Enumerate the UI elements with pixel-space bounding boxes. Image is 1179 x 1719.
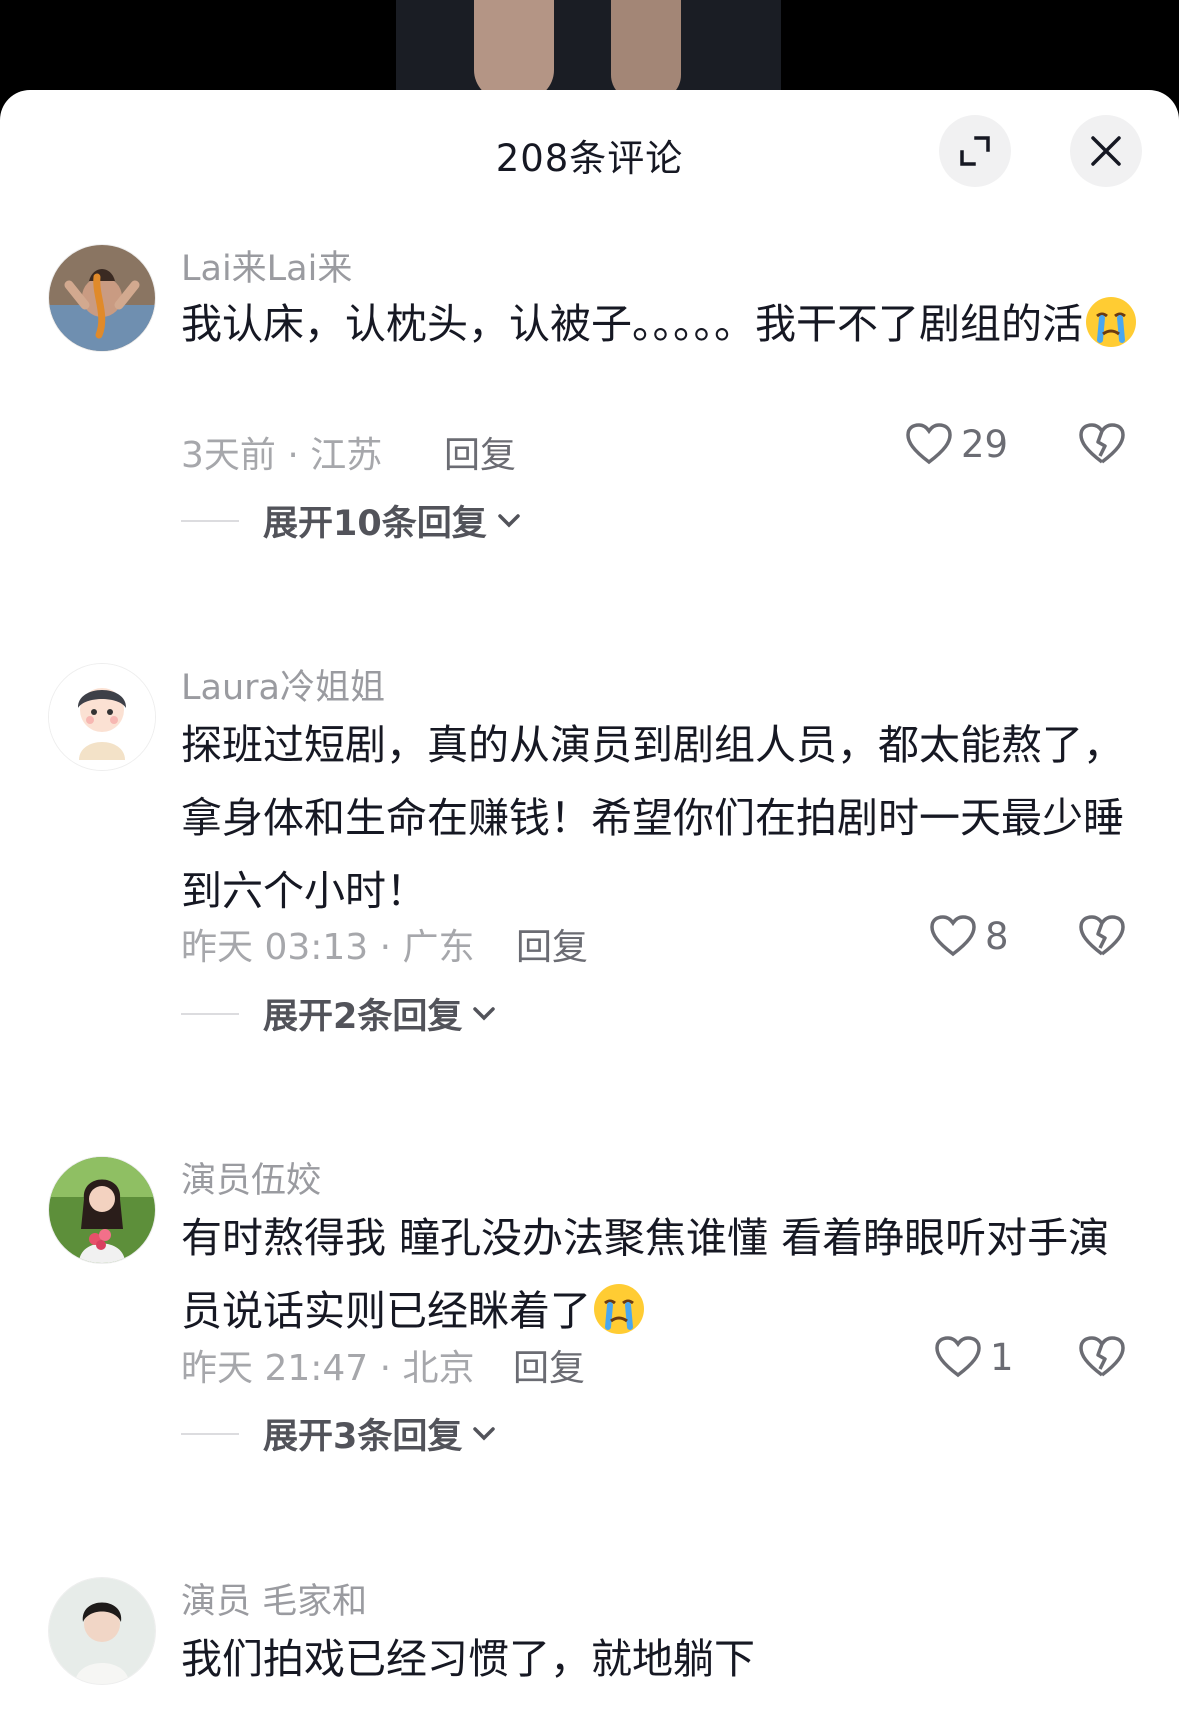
expand-button[interactable] bbox=[939, 115, 1011, 187]
expand-replies-label: 展开3条回复 bbox=[263, 1417, 463, 1457]
avatar[interactable] bbox=[48, 663, 156, 771]
close-button[interactable] bbox=[1070, 115, 1142, 187]
avatar[interactable] bbox=[48, 1156, 156, 1264]
comment-text: 探班过短剧，真的从演员到剧组人员，都太能熬了，拿身体和生命在赚钱！希望你们在拍剧… bbox=[181, 721, 1124, 915]
expand-replies-button[interactable]: 展开3条回复 bbox=[181, 1408, 496, 1459]
expand-replies-button[interactable]: 展开10条回复 bbox=[181, 495, 521, 546]
like-count: 29 bbox=[961, 422, 1009, 466]
broken-heart-icon bbox=[1079, 1336, 1125, 1377]
comment-username[interactable]: Laura冷姐姐 bbox=[181, 659, 385, 710]
expand-divider bbox=[181, 1012, 239, 1015]
video-frame bbox=[396, 0, 781, 100]
reply-button[interactable]: 回复 bbox=[516, 918, 588, 970]
avatar[interactable] bbox=[48, 1577, 156, 1685]
heart-icon bbox=[930, 915, 976, 957]
expand-replies-button[interactable]: 展开2条回复 bbox=[181, 988, 496, 1039]
comment-username[interactable]: 演员 毛家和 bbox=[181, 1573, 367, 1624]
expand-replies-label: 展开2条回复 bbox=[263, 997, 463, 1037]
expand-icon bbox=[960, 136, 990, 166]
chevron-down-icon bbox=[473, 1426, 496, 1440]
comment-text: 我们拍戏已经习惯了，就地躺下 bbox=[181, 1635, 755, 1683]
comment-text: 我认床，认枕头，认被子。。。。。我干不了剧组的活 bbox=[181, 288, 1141, 361]
chevron-down-icon bbox=[473, 1006, 496, 1020]
comment-text: 有时熬得我 瞳孔没办法聚焦谁懂 看着睁眼听对手演员说话实则已经眯着了 bbox=[181, 1202, 1141, 1348]
reply-button[interactable]: 回复 bbox=[444, 426, 516, 478]
heart-icon bbox=[935, 1336, 981, 1378]
like-button[interactable]: 1 bbox=[934, 1335, 1014, 1379]
heart-icon bbox=[906, 423, 952, 465]
like-count: 8 bbox=[985, 914, 1009, 958]
dislike-button[interactable] bbox=[1078, 914, 1126, 962]
expand-replies-label: 展开10条回复 bbox=[263, 504, 487, 544]
dislike-button[interactable] bbox=[1078, 1335, 1126, 1383]
expand-divider bbox=[181, 519, 239, 522]
comment-meta: 3天前 · 江苏 bbox=[181, 435, 383, 476]
comment-username[interactable]: Lai来Lai来 bbox=[181, 240, 352, 291]
crying-emoji-icon bbox=[1086, 297, 1136, 347]
expand-divider bbox=[181, 1432, 239, 1435]
comment-meta: 昨天 03:13 · 广东 bbox=[181, 927, 475, 968]
comment-text-body: 我认床，认枕头，认被子。。。。。我干不了剧组的活 bbox=[181, 300, 1083, 348]
broken-heart-icon bbox=[1079, 915, 1125, 956]
like-button[interactable]: 8 bbox=[929, 914, 1009, 958]
chevron-down-icon bbox=[497, 513, 520, 527]
close-icon bbox=[1091, 136, 1121, 166]
comment-username[interactable]: 演员伍姣 bbox=[181, 1152, 321, 1203]
like-count: 1 bbox=[990, 1335, 1014, 1379]
broken-heart-icon bbox=[1079, 423, 1125, 464]
comment-meta: 昨天 21:47 · 北京 bbox=[181, 1348, 475, 1389]
dislike-button[interactable] bbox=[1078, 422, 1126, 470]
sheet-header: 208条评论 bbox=[0, 90, 1179, 215]
avatar[interactable] bbox=[48, 244, 156, 352]
video-background[interactable] bbox=[0, 0, 1179, 100]
like-button[interactable]: 29 bbox=[905, 422, 1008, 466]
crying-emoji-icon bbox=[594, 1284, 644, 1334]
reply-button[interactable]: 回复 bbox=[513, 1339, 585, 1391]
comments-sheet: 208条评论 Lai来Lai来 我认床，认枕头，认被子。。。。。我干不了剧组的活… bbox=[0, 90, 1179, 1719]
